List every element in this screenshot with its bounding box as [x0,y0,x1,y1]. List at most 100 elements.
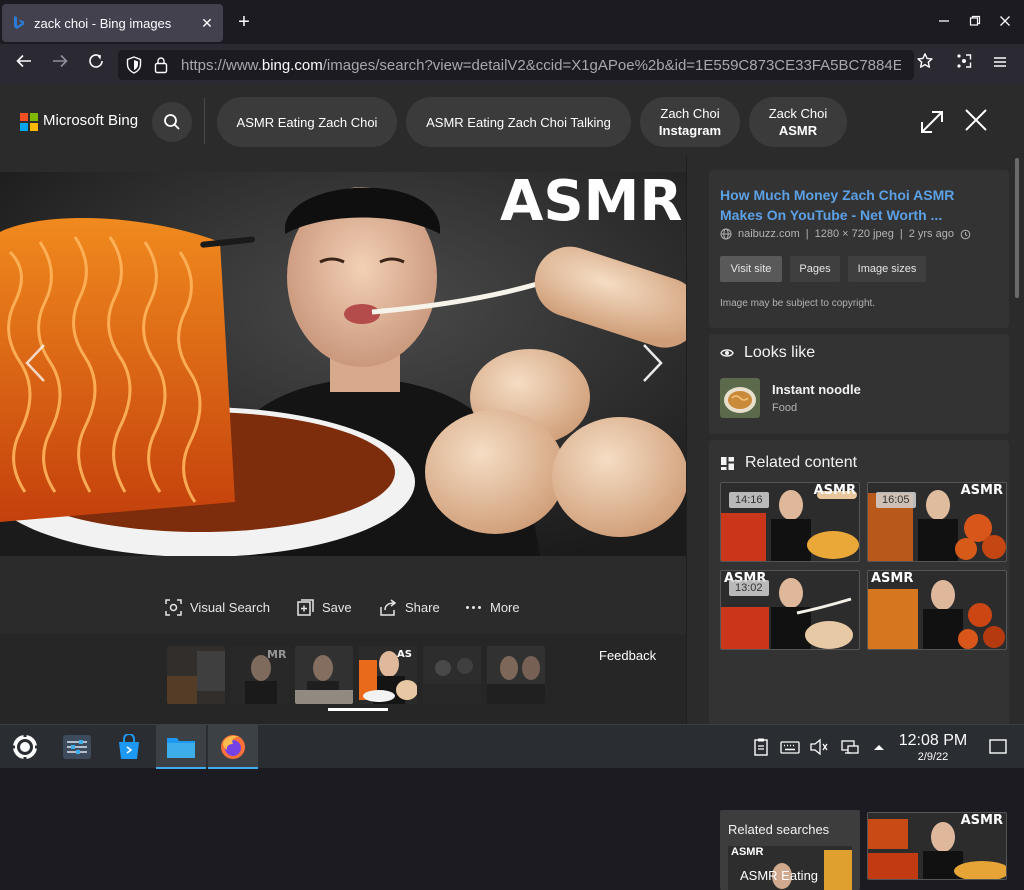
looks-like-name[interactable]: Instant noodle [772,382,861,397]
feedback-link[interactable]: Feedback [599,648,656,663]
network-icon[interactable] [840,737,860,757]
related-search-caption[interactable]: ASMR Eating [740,868,818,883]
save-plus-icon [297,598,314,616]
new-tab-button[interactable]: + [234,12,254,32]
meta-separator: | [899,228,903,240]
asmr-badge: ASMR [871,571,914,586]
video-duration: 13:02 [729,580,769,596]
share-button[interactable]: Share [380,596,440,618]
source-title-link[interactable]: How Much Money Zach Choi ASMR Makes On Y… [720,185,990,225]
system-settings-app[interactable] [52,725,102,769]
related-video-thumbnail[interactable]: ASMR 16:05 [867,482,1007,562]
image-actions: Visual Search Save Share More [0,594,686,620]
source-domain[interactable]: naibuzz.com [738,228,800,240]
image-sizes-button[interactable]: Image sizes [848,256,926,282]
filmstrip-thumbnail[interactable] [423,646,481,704]
pages-button[interactable]: Pages [790,256,840,282]
filmstrip-thumbnails: MR AS [167,646,547,704]
main-image[interactable]: ASMR [0,172,686,556]
lock-icon[interactable] [154,56,168,74]
grid-icon [721,456,734,470]
window-close-button[interactable] [995,12,1015,32]
maximize-button[interactable] [965,12,985,32]
related-video-thumbnail[interactable]: ASMR [867,570,1007,650]
visual-search-icon [165,598,182,616]
app-launcher-button[interactable] [0,725,50,769]
meta-separator: | [805,228,809,240]
filmstrip-thumbnail[interactable] [295,646,353,704]
extensions-icon[interactable] [952,52,976,76]
visual-search-button[interactable]: Visual Search [165,596,270,618]
close-viewer-icon[interactable] [962,106,990,134]
next-image-arrow-icon[interactable] [638,342,666,384]
reload-button[interactable] [84,52,108,76]
tray-expand-icon[interactable] [869,737,889,757]
svg-text:MR: MR [267,648,287,661]
shopping-bag-icon [119,734,139,759]
filmstrip-thumbnail[interactable]: MR [231,646,289,704]
browser-tab[interactable]: zack choi - Bing images ✕ [2,4,223,42]
chip-asmr-eating-zach-choi-talking[interactable]: ASMR Eating Zach Choi Talking [406,97,631,147]
looks-like-thumbnail[interactable] [720,378,760,418]
show-desktop-icon[interactable] [988,737,1008,757]
forward-button[interactable] [48,52,72,76]
chip-label: ASMR Eating Zach Choi [236,114,378,130]
related-content-heading: Related content [720,454,857,472]
url-text[interactable]: https://www.bing.com/images/search?view=… [181,57,901,74]
previous-image-arrow-icon[interactable] [22,342,50,384]
image-age: 2 yrs ago [908,228,954,240]
file-manager-app[interactable] [156,725,206,769]
filmstrip-thumbnail-active[interactable]: AS [359,646,417,704]
minimize-button[interactable] [934,12,954,32]
microsoft-logo-icon[interactable] [20,113,38,131]
visit-site-button[interactable]: Visit site [720,256,782,282]
url-bar[interactable]: https://www.bing.com/images/search?view=… [118,50,914,80]
chip-zach-choi-instagram[interactable]: Zach Choi Instagram [640,97,740,147]
tab-close-icon[interactable]: ✕ [199,15,215,31]
related-video-thumbnail[interactable]: ASMR 14:16 [720,482,860,562]
firefox-app[interactable] [208,725,258,769]
share-label: Share [405,599,440,615]
back-button[interactable] [12,52,36,76]
navigation-bar: https://www.bing.com/images/search?view=… [0,44,1024,84]
keyboard-icon[interactable] [780,737,800,757]
search-button[interactable] [152,102,192,142]
menu-hamburger-icon[interactable] [988,52,1012,76]
bing-brand[interactable]: Microsoft Bing [43,112,138,129]
discover-store-app[interactable] [104,725,154,769]
asmr-badge: ASMR [960,483,1003,498]
more-button[interactable]: More [465,596,520,618]
chip-zack-choi-asmr[interactable]: Zack Choi ASMR [749,97,847,147]
launcher-gear-icon [11,733,39,761]
looks-like-heading: Looks like [720,344,815,362]
filmstrip-thumbnail[interactable] [487,646,545,704]
url-host: bing.com [261,57,323,74]
chip-asmr-eating-zach-choi[interactable]: ASMR Eating Zach Choi [217,97,397,147]
volume-muted-icon[interactable] [809,737,829,757]
asmr-badge: ASMR [813,483,856,498]
clock-time: 12:08 PM [898,732,968,749]
filmstrip-thumbnail[interactable] [167,646,225,704]
source-meta: naibuzz.com | 1280 × 720 jpeg | 2 yrs ag… [720,228,971,240]
active-thumbnail-indicator [328,708,388,711]
visual-search-label: Visual Search [190,599,270,615]
more-dots-icon [466,605,481,609]
panel-scrollbar[interactable] [1014,156,1020,724]
save-button[interactable]: Save [297,596,352,618]
clipboard-icon[interactable] [751,737,771,757]
tracking-shield-icon[interactable] [126,56,142,74]
bing-header: Microsoft Bing ASMR Eating Zach Choi ASM… [0,84,1024,156]
scrollbar-thumb[interactable] [1015,158,1019,298]
related-searches-tile[interactable]: Related searches ASMR ASMR Eating [720,810,860,890]
logo-square-green [30,113,38,121]
looks-like-card: Looks like Instant noodle Food [709,334,1009,434]
looks-like-title: Looks like [744,344,816,361]
url-prefix: https://www. [181,57,262,74]
expand-icon[interactable] [918,108,946,136]
asmr-badge: ASMR [960,813,1003,828]
more-label: More [490,599,520,615]
related-video-thumbnail[interactable]: ASMR [867,812,1007,880]
related-video-thumbnail[interactable]: ASMR 13:02 [720,570,860,650]
clock[interactable]: 12:08 PM 2/9/22 [896,731,970,764]
bookmark-star-icon[interactable] [913,52,937,76]
